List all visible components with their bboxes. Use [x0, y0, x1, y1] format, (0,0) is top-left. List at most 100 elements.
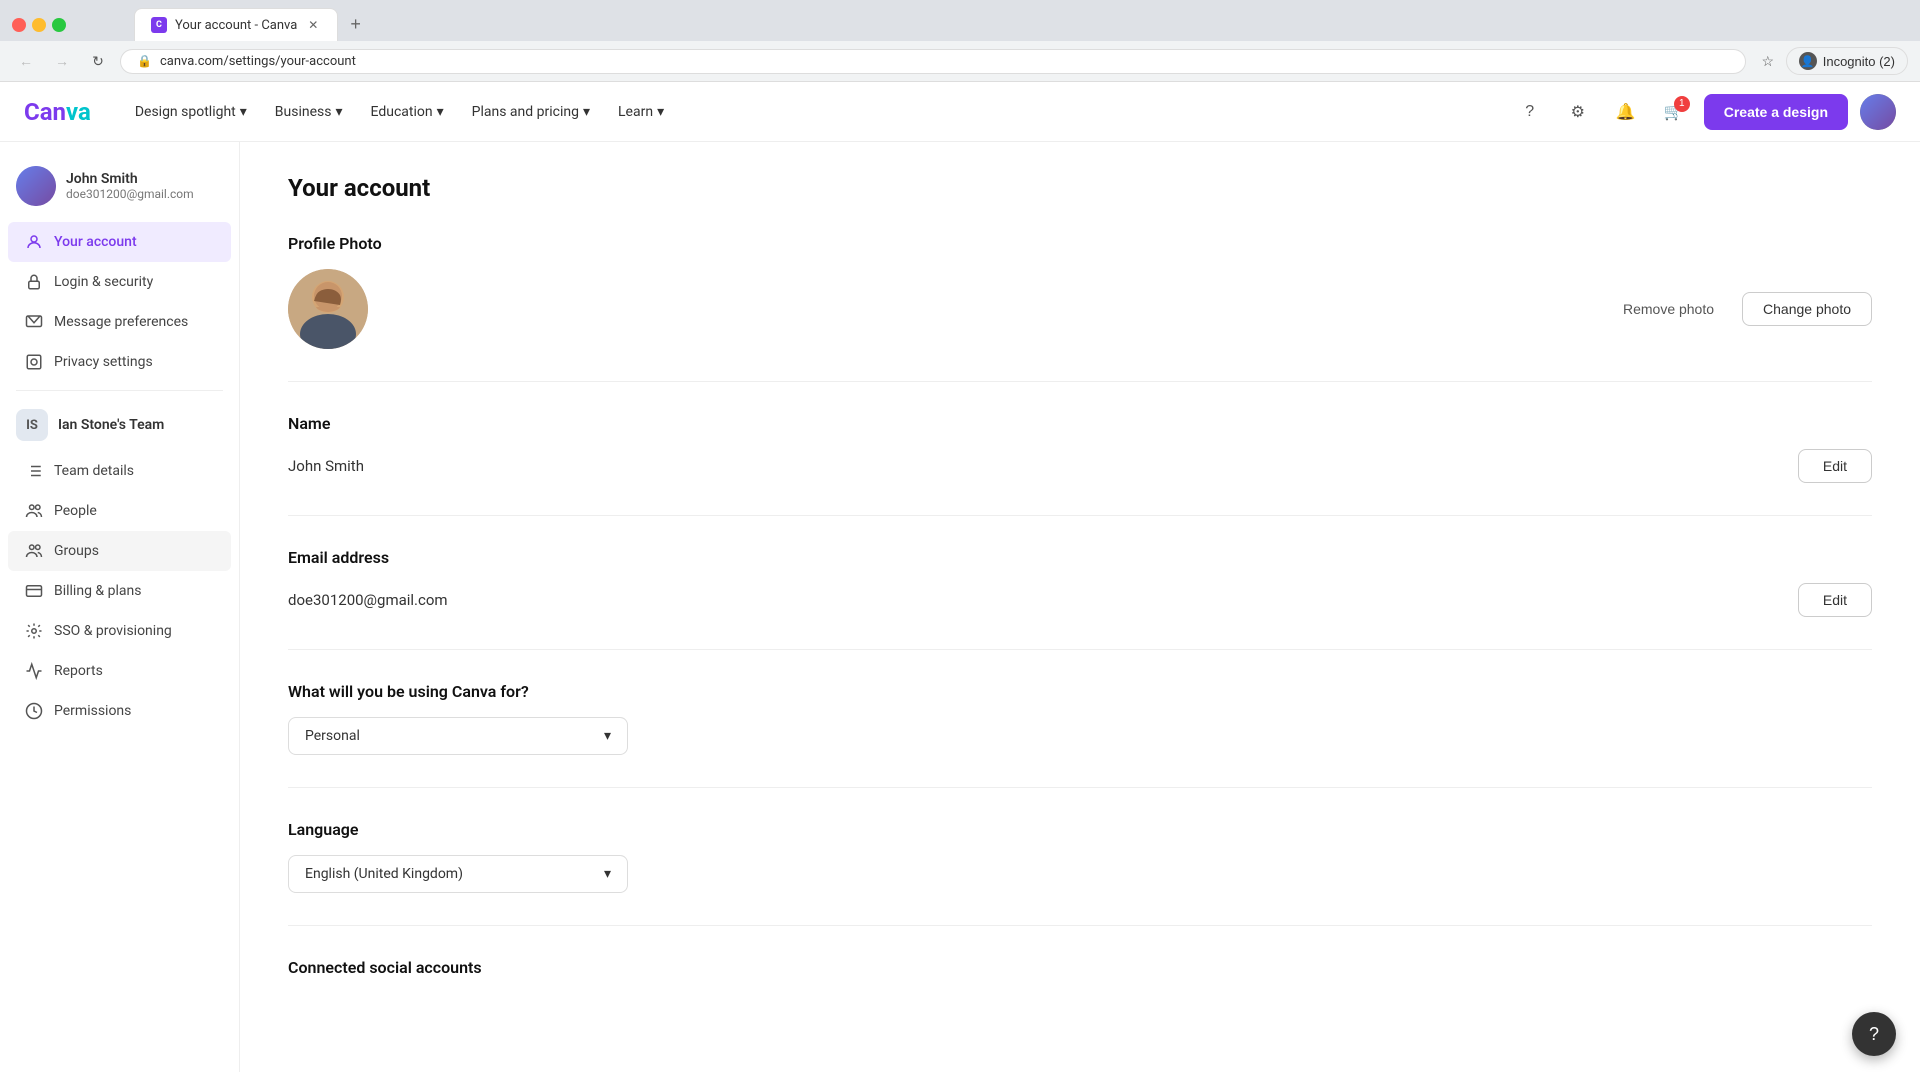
sidebar-team-header: IS Ian Stone's Team	[0, 399, 239, 451]
nav-design-spotlight-label: Design spotlight	[135, 104, 236, 120]
profile-photo-label: Profile Photo	[288, 234, 1872, 253]
social-accounts-section: Connected social accounts	[288, 958, 1872, 1025]
profile-photo-actions: Remove photo Change photo	[1607, 292, 1872, 326]
sidebar-item-label-privacy-settings: Privacy settings	[54, 354, 153, 370]
sidebar-divider	[16, 390, 223, 391]
incognito-label: Incognito (2)	[1823, 54, 1895, 69]
nav-design-spotlight-arrow: ▾	[240, 104, 247, 120]
people-icon	[24, 501, 44, 521]
canva-logo[interactable]: Canva	[24, 98, 91, 126]
sso-icon	[24, 621, 44, 641]
nav-education[interactable]: Education ▾	[359, 96, 456, 128]
name-label: Name	[288, 414, 1872, 433]
sidebar-item-label-groups: Groups	[54, 543, 99, 559]
back-btn[interactable]: ←	[12, 47, 40, 75]
canva-use-section: What will you be using Canva for? Person…	[288, 682, 1872, 788]
sidebar-item-login-security[interactable]: Login & security	[8, 262, 231, 302]
sidebar-item-team-details[interactable]: Team details	[8, 451, 231, 491]
profile-photo-section: Profile Photo Rem	[288, 234, 1872, 382]
main-content: Your account Profile Photo	[240, 142, 1920, 1072]
reports-icon	[24, 661, 44, 681]
nav-plans-pricing[interactable]: Plans and pricing ▾	[460, 96, 602, 128]
app-nav: Canva Design spotlight ▾ Business ▾ Educ…	[0, 82, 1920, 142]
close-window-btn[interactable]	[12, 18, 26, 32]
name-edit-btn[interactable]: Edit	[1798, 449, 1872, 483]
sidebar-item-sso-provisioning[interactable]: SSO & provisioning	[8, 611, 231, 651]
tab-favicon: C	[151, 17, 167, 33]
team-details-icon	[24, 461, 44, 481]
create-design-btn[interactable]: Create a design	[1704, 94, 1848, 130]
remove-photo-btn[interactable]: Remove photo	[1607, 293, 1730, 325]
sidebar-user-details: John Smith doe301200@gmail.com	[66, 171, 194, 201]
incognito-icon: 👤	[1799, 52, 1817, 70]
address-bar[interactable]: 🔒 canva.com/settings/your-account	[120, 49, 1746, 74]
sidebar-item-label-reports: Reports	[54, 663, 103, 679]
canva-use-chevron-icon: ▾	[604, 728, 611, 744]
profile-photo-image	[288, 269, 368, 349]
tab-bar: C Your account - Canva ✕ +	[74, 8, 433, 41]
sidebar-item-label-people: People	[54, 503, 97, 519]
page-title: Your account	[288, 174, 1872, 202]
nav-learn[interactable]: Learn ▾	[606, 96, 676, 128]
sidebar-item-label-sso-provisioning: SSO & provisioning	[54, 623, 172, 639]
help-fab-btn[interactable]: ?	[1852, 1012, 1896, 1056]
settings-nav-btn[interactable]: ⚙	[1560, 94, 1596, 130]
lock-icon: 🔒	[137, 54, 152, 68]
help-nav-btn[interactable]: ?	[1512, 94, 1548, 130]
nav-plans-arrow: ▾	[583, 104, 590, 120]
bookmark-btn[interactable]: ☆	[1754, 47, 1782, 75]
sidebar-item-label-login-security: Login & security	[54, 274, 153, 290]
email-edit-btn[interactable]: Edit	[1798, 583, 1872, 617]
lock-icon	[24, 272, 44, 292]
sidebar-item-label-billing-plans: Billing & plans	[54, 583, 141, 599]
url-text: canva.com/settings/your-account	[160, 54, 356, 69]
nav-business[interactable]: Business ▾	[263, 96, 355, 128]
sidebar-item-label-message-preferences: Message preferences	[54, 314, 188, 330]
team-avatar: IS	[16, 409, 48, 441]
email-section: Email address doe301200@gmail.com Edit	[288, 548, 1872, 650]
settings-icon: ⚙	[1571, 102, 1585, 122]
name-value: John Smith	[288, 457, 364, 475]
email-value: doe301200@gmail.com	[288, 591, 448, 609]
forward-btn[interactable]: →	[48, 47, 76, 75]
groups-icon	[24, 541, 44, 561]
sidebar-item-people[interactable]: People	[8, 491, 231, 531]
language-dropdown[interactable]: English (United Kingdom) ▾	[288, 855, 628, 893]
browser-toolbar: ← → ↻ 🔒 canva.com/settings/your-account …	[0, 41, 1920, 81]
incognito-btn[interactable]: 👤 Incognito (2)	[1786, 47, 1908, 75]
main-layout: John Smith doe301200@gmail.com Your acco…	[0, 142, 1920, 1072]
team-name: Ian Stone's Team	[58, 417, 164, 433]
sidebar-item-message-preferences[interactable]: Message preferences	[8, 302, 231, 342]
sidebar-item-your-account[interactable]: Your account	[8, 222, 231, 262]
sidebar-item-billing-plans[interactable]: Billing & plans	[8, 571, 231, 611]
change-photo-btn[interactable]: Change photo	[1742, 292, 1872, 326]
profile-photo-area: Remove photo Change photo	[288, 269, 1872, 349]
permissions-icon	[24, 701, 44, 721]
tab-close-btn[interactable]: ✕	[305, 17, 321, 33]
minimize-window-btn[interactable]	[32, 18, 46, 32]
team-initials: IS	[26, 418, 38, 433]
sidebar-item-permissions[interactable]: Permissions	[8, 691, 231, 731]
sidebar-item-groups[interactable]: Groups	[8, 531, 231, 571]
help-icon: ?	[1525, 103, 1534, 121]
billing-icon	[24, 581, 44, 601]
toolbar-actions: ☆ 👤 Incognito (2)	[1754, 47, 1908, 75]
nav-learn-label: Learn	[618, 104, 653, 120]
browser-titlebar: C Your account - Canva ✕ +	[0, 0, 1920, 41]
reload-btn[interactable]: ↻	[84, 47, 112, 75]
cart-btn[interactable]: 🛒 1	[1656, 94, 1692, 130]
canva-use-dropdown[interactable]: Personal ▾	[288, 717, 628, 755]
user-avatar[interactable]	[1860, 94, 1896, 130]
nav-design-spotlight[interactable]: Design spotlight ▾	[123, 96, 259, 128]
active-tab[interactable]: C Your account - Canva ✕	[134, 8, 338, 41]
sidebar-item-privacy-settings[interactable]: Privacy settings	[8, 342, 231, 382]
sidebar-item-reports[interactable]: Reports	[8, 651, 231, 691]
new-tab-btn[interactable]: +	[338, 8, 373, 41]
canva-use-label: What will you be using Canva for?	[288, 682, 1872, 701]
sidebar-user-name: John Smith	[66, 171, 194, 187]
maximize-window-btn[interactable]	[52, 18, 66, 32]
nav-items: Design spotlight ▾ Business ▾ Education …	[123, 96, 1512, 128]
notifications-btn[interactable]: 🔔	[1608, 94, 1644, 130]
language-chevron-icon: ▾	[604, 866, 611, 882]
bell-icon: 🔔	[1616, 102, 1636, 122]
